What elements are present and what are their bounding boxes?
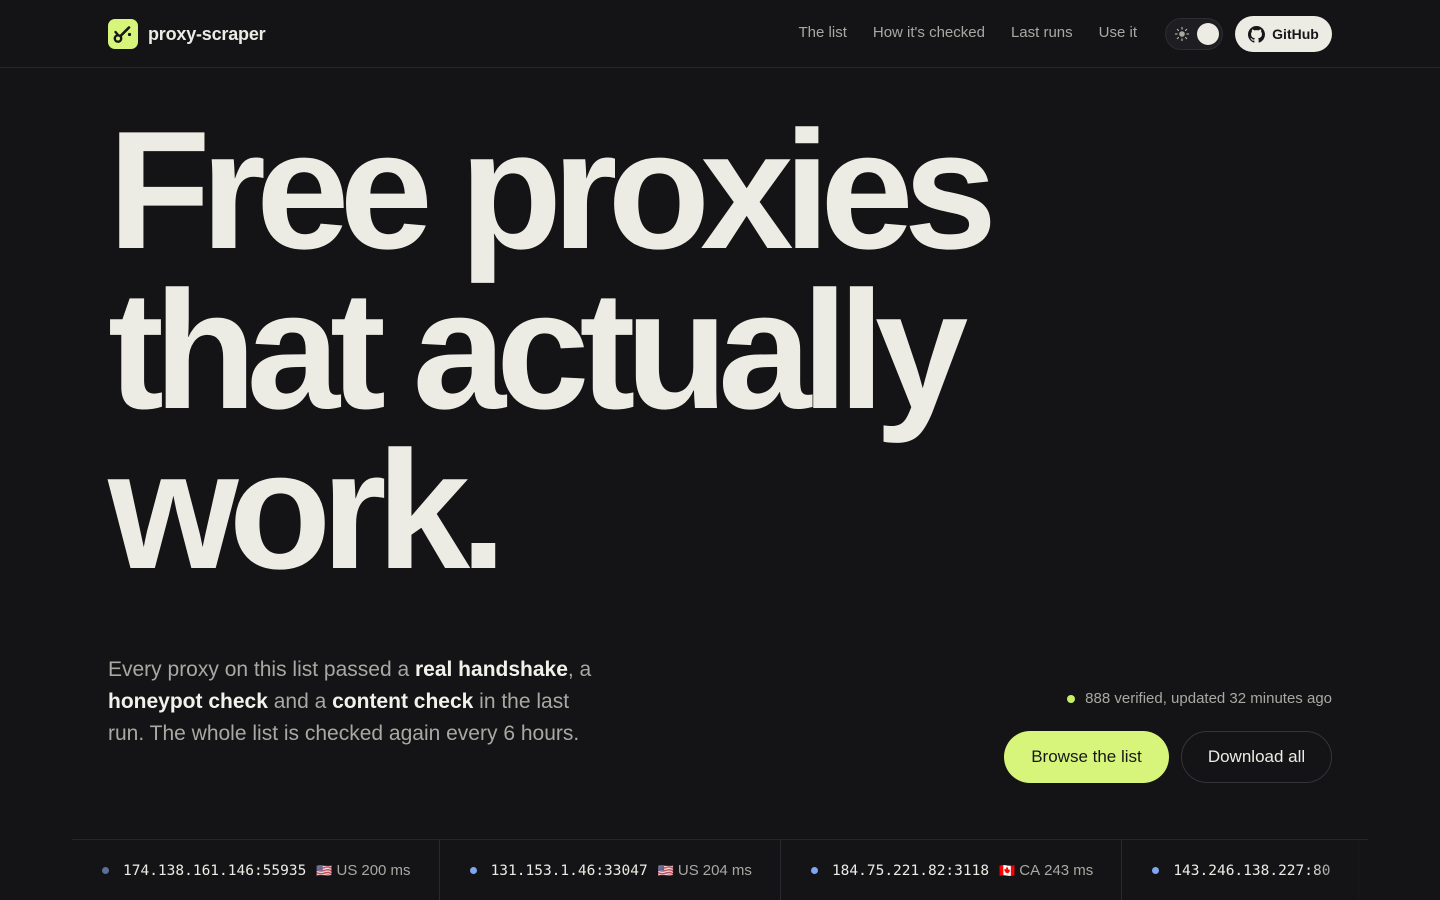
status-dot-icon (810, 867, 818, 874)
toggle-knob (1197, 23, 1219, 45)
nav-link-use-it[interactable]: Use it (1099, 24, 1137, 41)
browse-list-button[interactable]: Browse the list (1004, 731, 1169, 783)
latency: 204 ms (702, 862, 752, 879)
desc-emphasis-honeypot: honeypot check (108, 690, 268, 713)
theme-toggle[interactable] (1165, 18, 1223, 50)
hero-line-1: Free proxies (108, 96, 997, 284)
top-header: proxy-scraper The list How it's checked … (0, 0, 1440, 68)
latency: 243 ms (1044, 862, 1094, 879)
flag-icon: 🇨🇦 (999, 862, 1016, 878)
desc-emphasis-content: content check (332, 690, 474, 713)
flag-icon: 🇺🇸 (316, 862, 333, 878)
hero-title: Free proxies that actually work. (108, 96, 1208, 604)
status-dot-icon (102, 867, 109, 874)
github-label: GitHub (1272, 26, 1319, 42)
brand[interactable]: proxy-scraper (108, 19, 266, 49)
flag-icon: 🇺🇸 (657, 862, 674, 878)
proxy-address: 174.138.161.146:55935 (123, 862, 307, 879)
github-icon (1248, 25, 1266, 43)
status-dot-icon (469, 867, 477, 874)
nav-link-the-list[interactable]: The list (799, 24, 847, 41)
hero-line-3: work. (108, 416, 507, 604)
nav-link-how-checked[interactable]: How it's checked (873, 24, 985, 41)
ticker-fade (1308, 840, 1368, 900)
country-code: US (677, 862, 699, 879)
desc-text-3: and a (267, 690, 333, 713)
ticker-item[interactable]: 131.153.1.46:33047 🇺🇸 US 204 ms (440, 840, 781, 900)
ticker-item[interactable]: 174.138.161.146:55935 🇺🇸 US 200 ms (72, 840, 440, 900)
brand-name: proxy-scraper (148, 23, 266, 44)
verification-status: 888 verified, updated 32 minutes ago (1067, 690, 1332, 707)
main-nav: The list How it's checked Last runs Use … (799, 24, 1137, 41)
hero-line-2: that actually (108, 256, 968, 444)
desc-text-1: Every proxy on this list passed a (108, 658, 415, 681)
status-text: 888 verified, updated 32 minutes ago (1085, 690, 1332, 707)
download-all-button[interactable]: Download all (1181, 731, 1332, 783)
country-code: US (336, 862, 358, 879)
latency: 200 ms (361, 862, 411, 879)
proxy-address: 131.153.1.46:33047 (490, 862, 648, 879)
proxy-ticker: 174.138.161.146:55935 🇺🇸 US 200 ms 131.1… (72, 839, 1368, 900)
github-button[interactable]: GitHub (1235, 16, 1332, 52)
logo-icon (108, 19, 138, 49)
nav-link-last-runs[interactable]: Last runs (1011, 24, 1073, 41)
desc-emphasis-handshake: real handshake (414, 658, 568, 681)
hero-description: Every proxy on this list passed a real h… (108, 654, 608, 750)
proxy-address: 184.75.221.82:3118 (831, 862, 990, 879)
status-dot-icon (1067, 694, 1076, 703)
ticker-item[interactable]: 184.75.221.82:3118 🇨🇦 CA 243 ms (781, 840, 1123, 900)
status-dot-icon (1152, 867, 1160, 874)
proxy-address: 143.246.138.227:80 (1173, 862, 1331, 879)
sun-icon (1174, 26, 1190, 42)
desc-text-2: , a (567, 658, 592, 681)
country-code: CA (1019, 862, 1041, 879)
